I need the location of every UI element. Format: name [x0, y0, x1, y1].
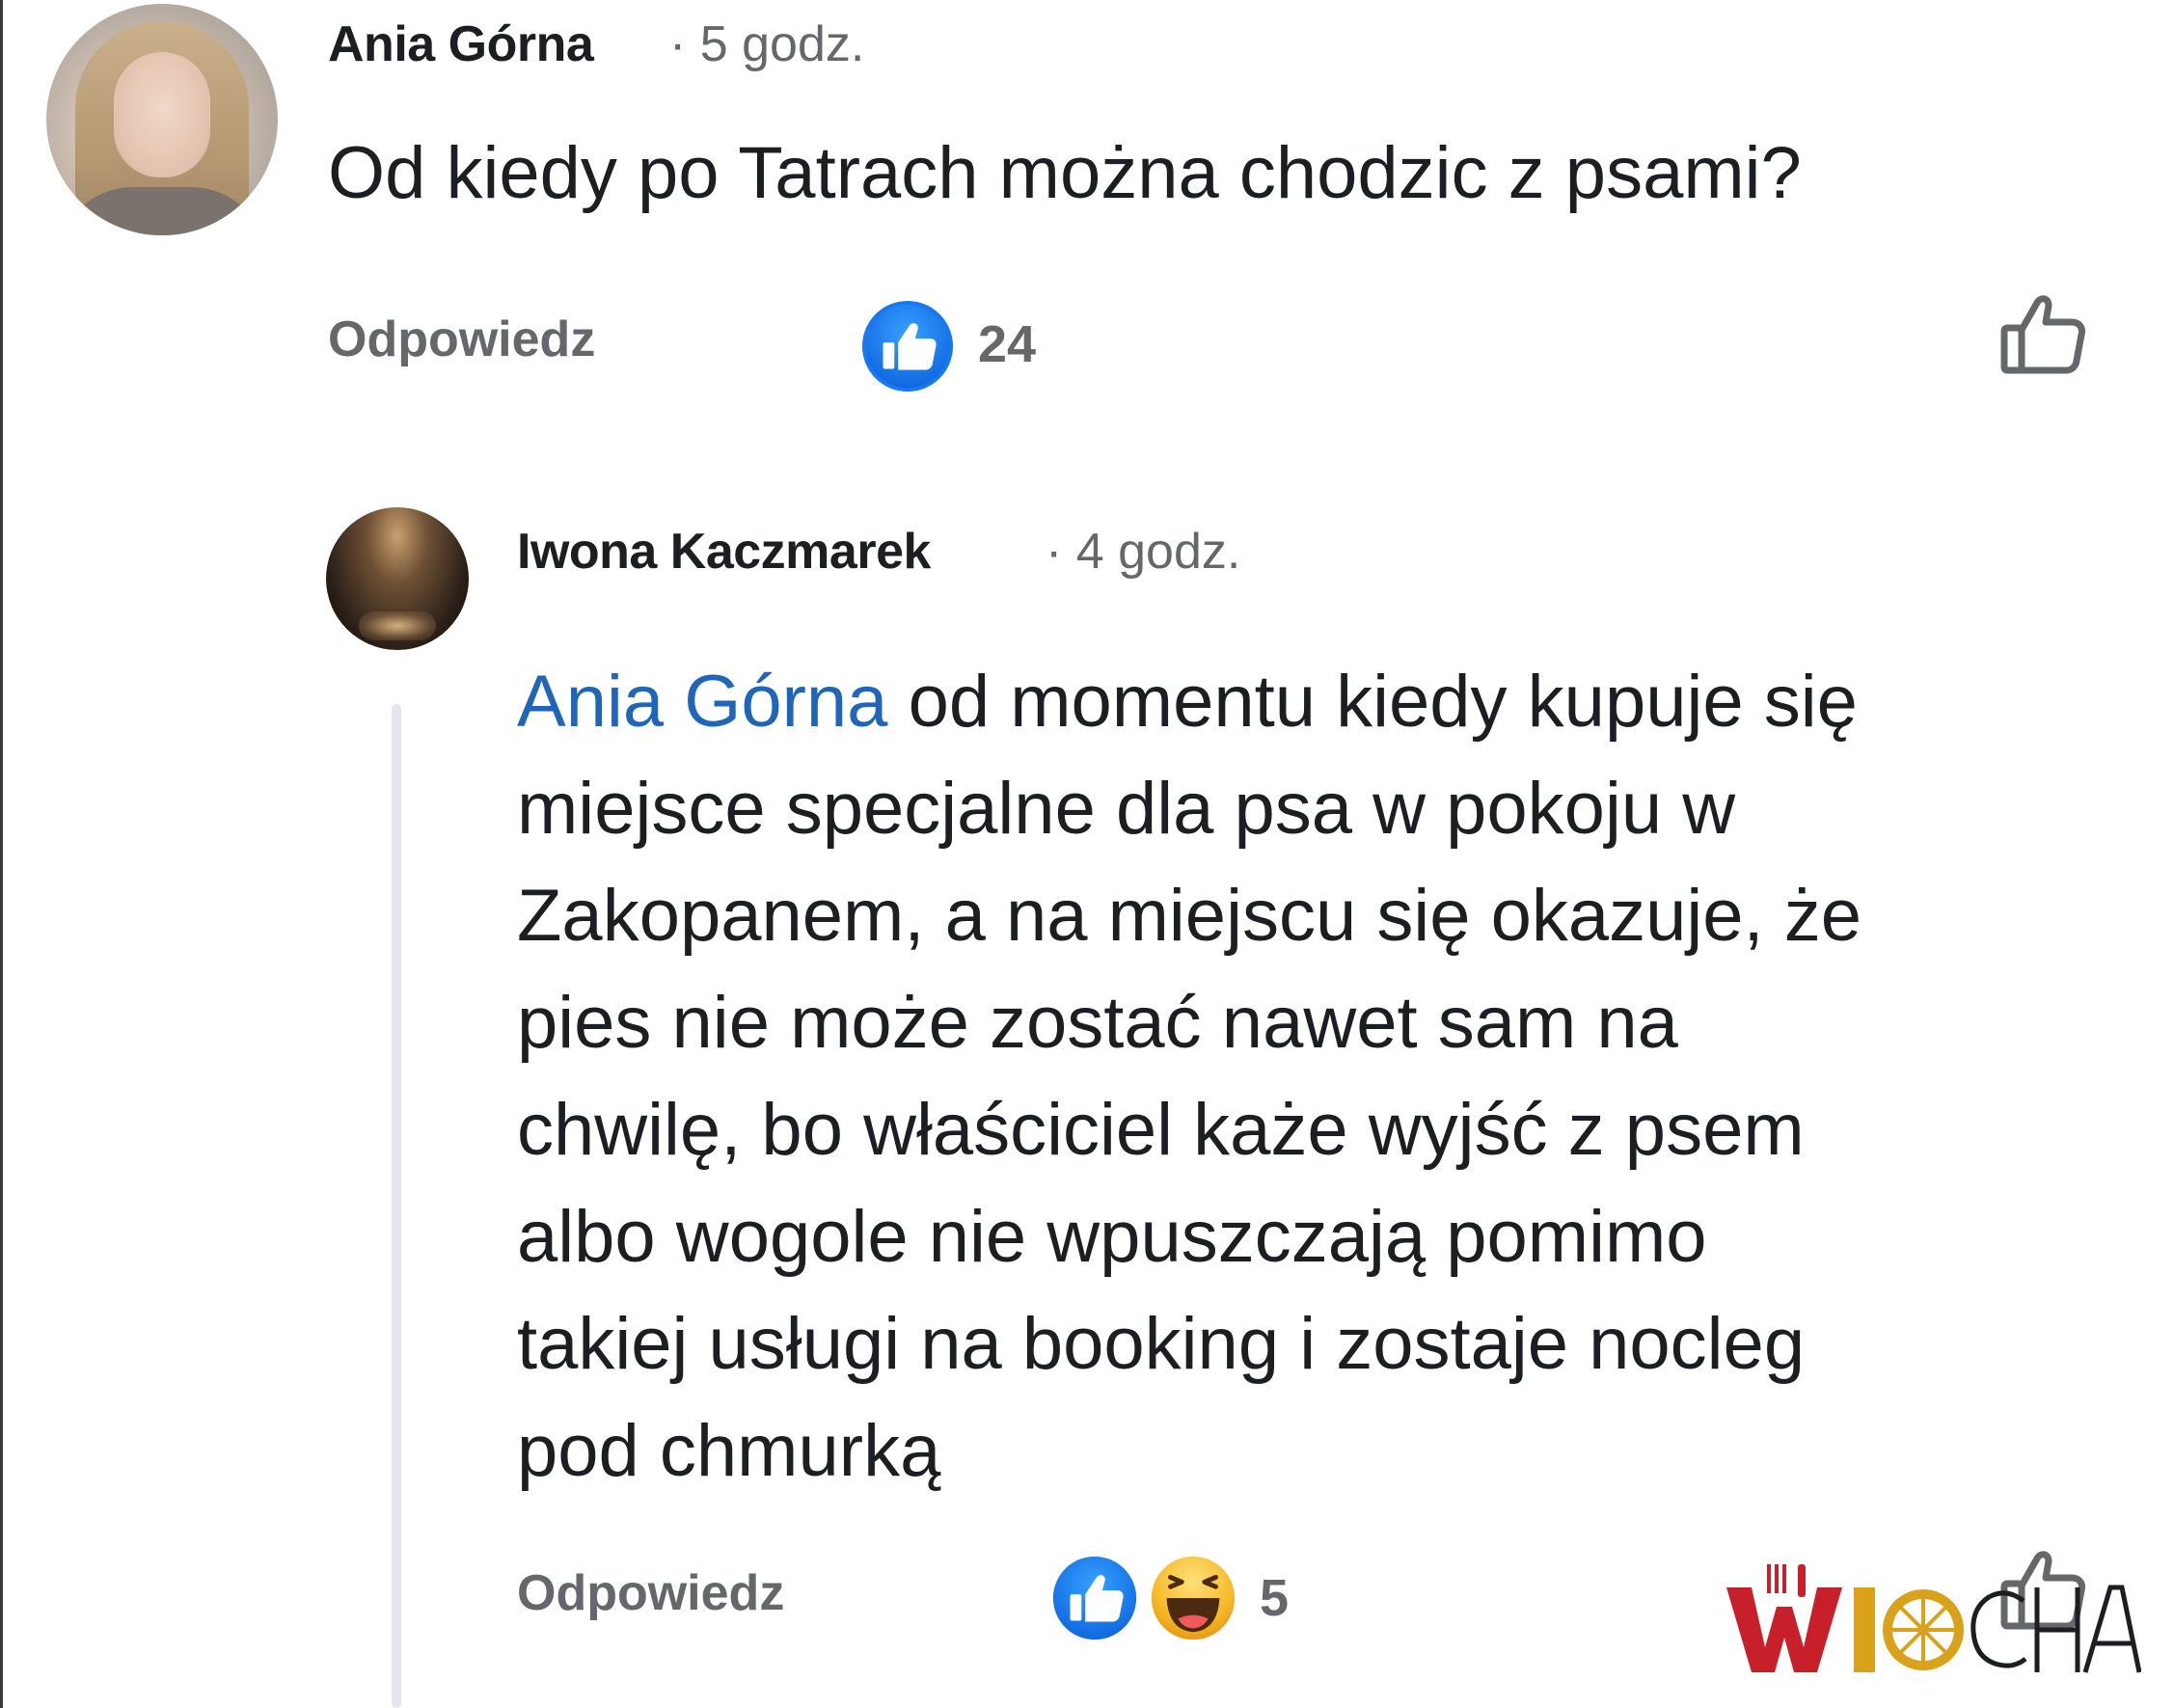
comment-text-line: chwilę, bo właściciel każe wyjść z psem — [517, 1089, 1805, 1171]
comment-author[interactable]: Iwona Kaczmarek — [517, 523, 931, 581]
comment-author[interactable]: Ania Górna — [328, 15, 594, 73]
comment-text-line: pies nie może zostać nawet sam na — [517, 982, 1678, 1064]
comment-text-line: albo wogole nie wpuszczają pomimo — [517, 1196, 1707, 1278]
comment-text-line: pod chmurką — [517, 1410, 941, 1492]
reply-button[interactable]: Odpowiedz — [517, 1564, 784, 1622]
like-reaction-icon[interactable] — [1047, 1551, 1142, 1645]
comment-text: Od kiedy po Tatrach można chodzic z psam… — [328, 132, 1802, 214]
reaction-count[interactable]: 24 — [978, 314, 1036, 374]
comment-text-line: Zakopanem, a na miejscu się okazuje, że — [517, 875, 1862, 957]
mention-link[interactable]: Ania Górna — [517, 661, 887, 743]
avatar[interactable] — [326, 507, 469, 650]
like-reaction-icon[interactable] — [860, 299, 955, 393]
reaction-count[interactable]: 5 — [1260, 1568, 1289, 1628]
reply-button[interactable]: Odpowiedz — [328, 311, 595, 368]
comment-text: Ania Górna od momentu kiedy kupuje się m… — [517, 648, 2079, 1505]
avatar[interactable] — [46, 4, 278, 235]
comment-text-line: Ania Górna od momentu kiedy kupuje się — [517, 661, 1858, 743]
comment-text-line: takiej usługi na booking i zostaje nocle… — [517, 1303, 1806, 1385]
comment-text-line: miejsce specjalne dla psa w pokoju w — [517, 768, 1736, 850]
comment-timestamp[interactable]: · 5 godz. — [669, 15, 864, 73]
thread-line — [392, 704, 401, 1708]
laughing-face-icon[interactable] — [1146, 1551, 1240, 1645]
wiocha-logo — [1726, 1564, 2141, 1673]
comment-timestamp[interactable]: · 4 godz. — [1046, 523, 1240, 581]
left-border — [0, 0, 3, 1708]
thumbs-up-outline-icon[interactable] — [1991, 280, 2097, 386]
